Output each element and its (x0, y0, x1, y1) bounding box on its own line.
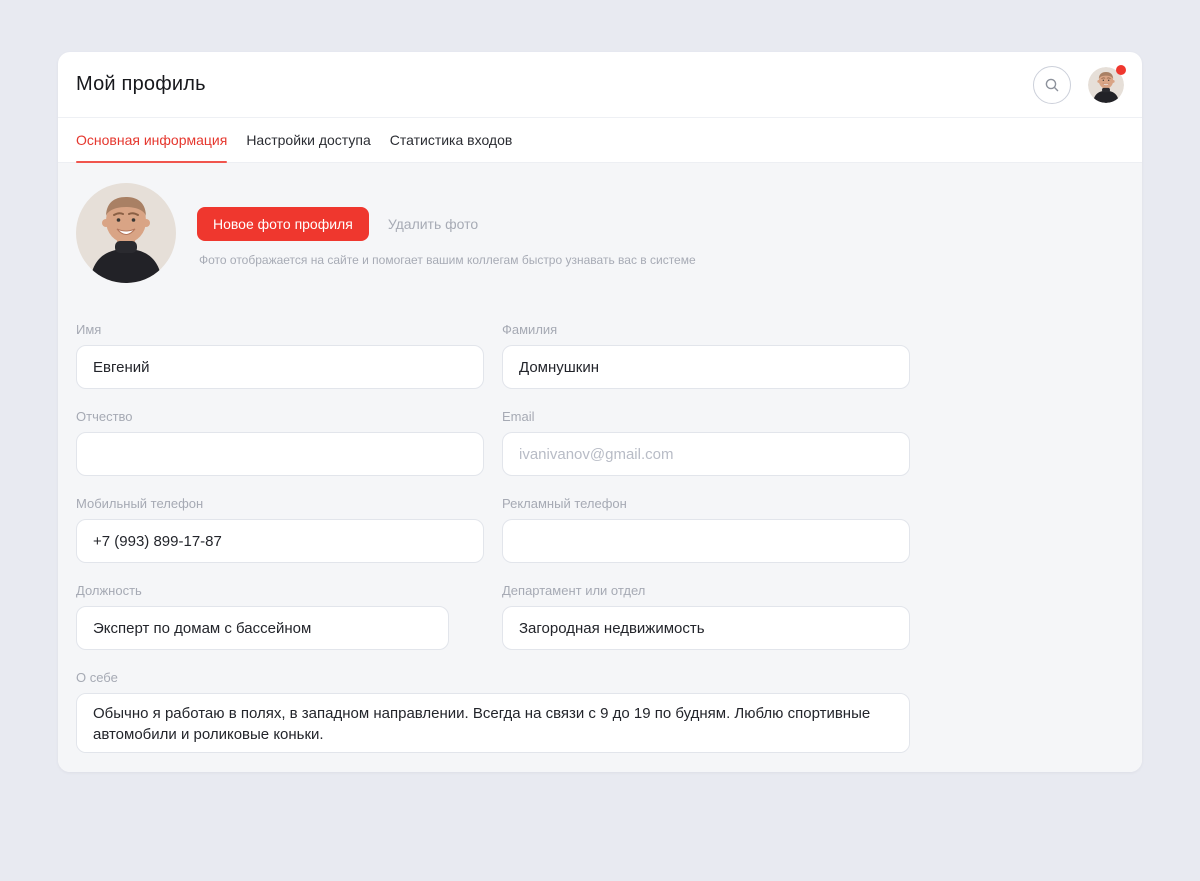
new-photo-button[interactable]: Новое фото профиля (197, 207, 369, 241)
photo-controls: Новое фото профиля Удалить фото Фото ото… (197, 183, 696, 283)
middle-name-input[interactable] (76, 432, 484, 476)
mobile-phone-input[interactable] (76, 519, 484, 563)
profile-photo (76, 183, 176, 283)
promo-phone-label: Рекламный телефон (502, 496, 910, 512)
card-header: Мой профиль (58, 52, 1142, 118)
field-email: Email (502, 409, 910, 476)
position-label: Должность (76, 583, 484, 599)
user-avatar-large-icon (76, 183, 176, 283)
photo-buttons: Новое фото профиля Удалить фото (197, 207, 696, 241)
user-menu-avatar[interactable] (1088, 67, 1124, 103)
photo-section: Новое фото профиля Удалить фото Фото ото… (76, 183, 1124, 283)
profile-card: Мой профиль (58, 52, 1142, 772)
position-input[interactable] (76, 606, 449, 650)
about-label: О себе (76, 670, 1124, 686)
field-about: О себе Обычно я работаю в полях, в запад… (76, 670, 1124, 753)
tab-login-stats[interactable]: Статистика входов (390, 118, 513, 162)
search-icon (1044, 77, 1060, 93)
tab-access-settings[interactable]: Настройки доступа (246, 118, 370, 162)
search-button[interactable] (1033, 66, 1071, 104)
mobile-phone-label: Мобильный телефон (76, 496, 484, 512)
delete-photo-button[interactable]: Удалить фото (369, 207, 497, 241)
main-content: Новое фото профиля Удалить фото Фото ото… (58, 163, 1142, 772)
first-name-input[interactable] (76, 345, 484, 389)
last-name-label: Фамилия (502, 322, 910, 338)
about-textarea[interactable]: Обычно я работаю в полях, в западном нап… (76, 693, 910, 753)
tabs: Основная информация Настройки доступа Ст… (58, 118, 1142, 163)
page-title: Мой профиль (76, 73, 206, 96)
photo-hint: Фото отображается на сайте и помогает ва… (197, 253, 696, 267)
notification-dot-icon (1116, 65, 1126, 75)
field-last-name: Фамилия (502, 322, 910, 389)
email-label: Email (502, 409, 910, 425)
department-label: Департамент или отдел (502, 583, 910, 599)
last-name-input[interactable] (502, 345, 910, 389)
profile-form: Имя Фамилия Отчество Email Мобильный тел… (76, 322, 1124, 650)
email-input[interactable] (502, 432, 910, 476)
department-input[interactable] (502, 606, 910, 650)
field-middle-name: Отчество (76, 409, 484, 476)
field-position: Должность (76, 583, 484, 650)
header-actions (1033, 66, 1124, 104)
field-department: Департамент или отдел (502, 583, 910, 650)
first-name-label: Имя (76, 322, 484, 338)
middle-name-label: Отчество (76, 409, 484, 425)
field-first-name: Имя (76, 322, 484, 389)
field-mobile-phone: Мобильный телефон (76, 496, 484, 563)
promo-phone-input[interactable] (502, 519, 910, 563)
tab-main-info[interactable]: Основная информация (76, 118, 227, 162)
field-promo-phone: Рекламный телефон (502, 496, 910, 563)
